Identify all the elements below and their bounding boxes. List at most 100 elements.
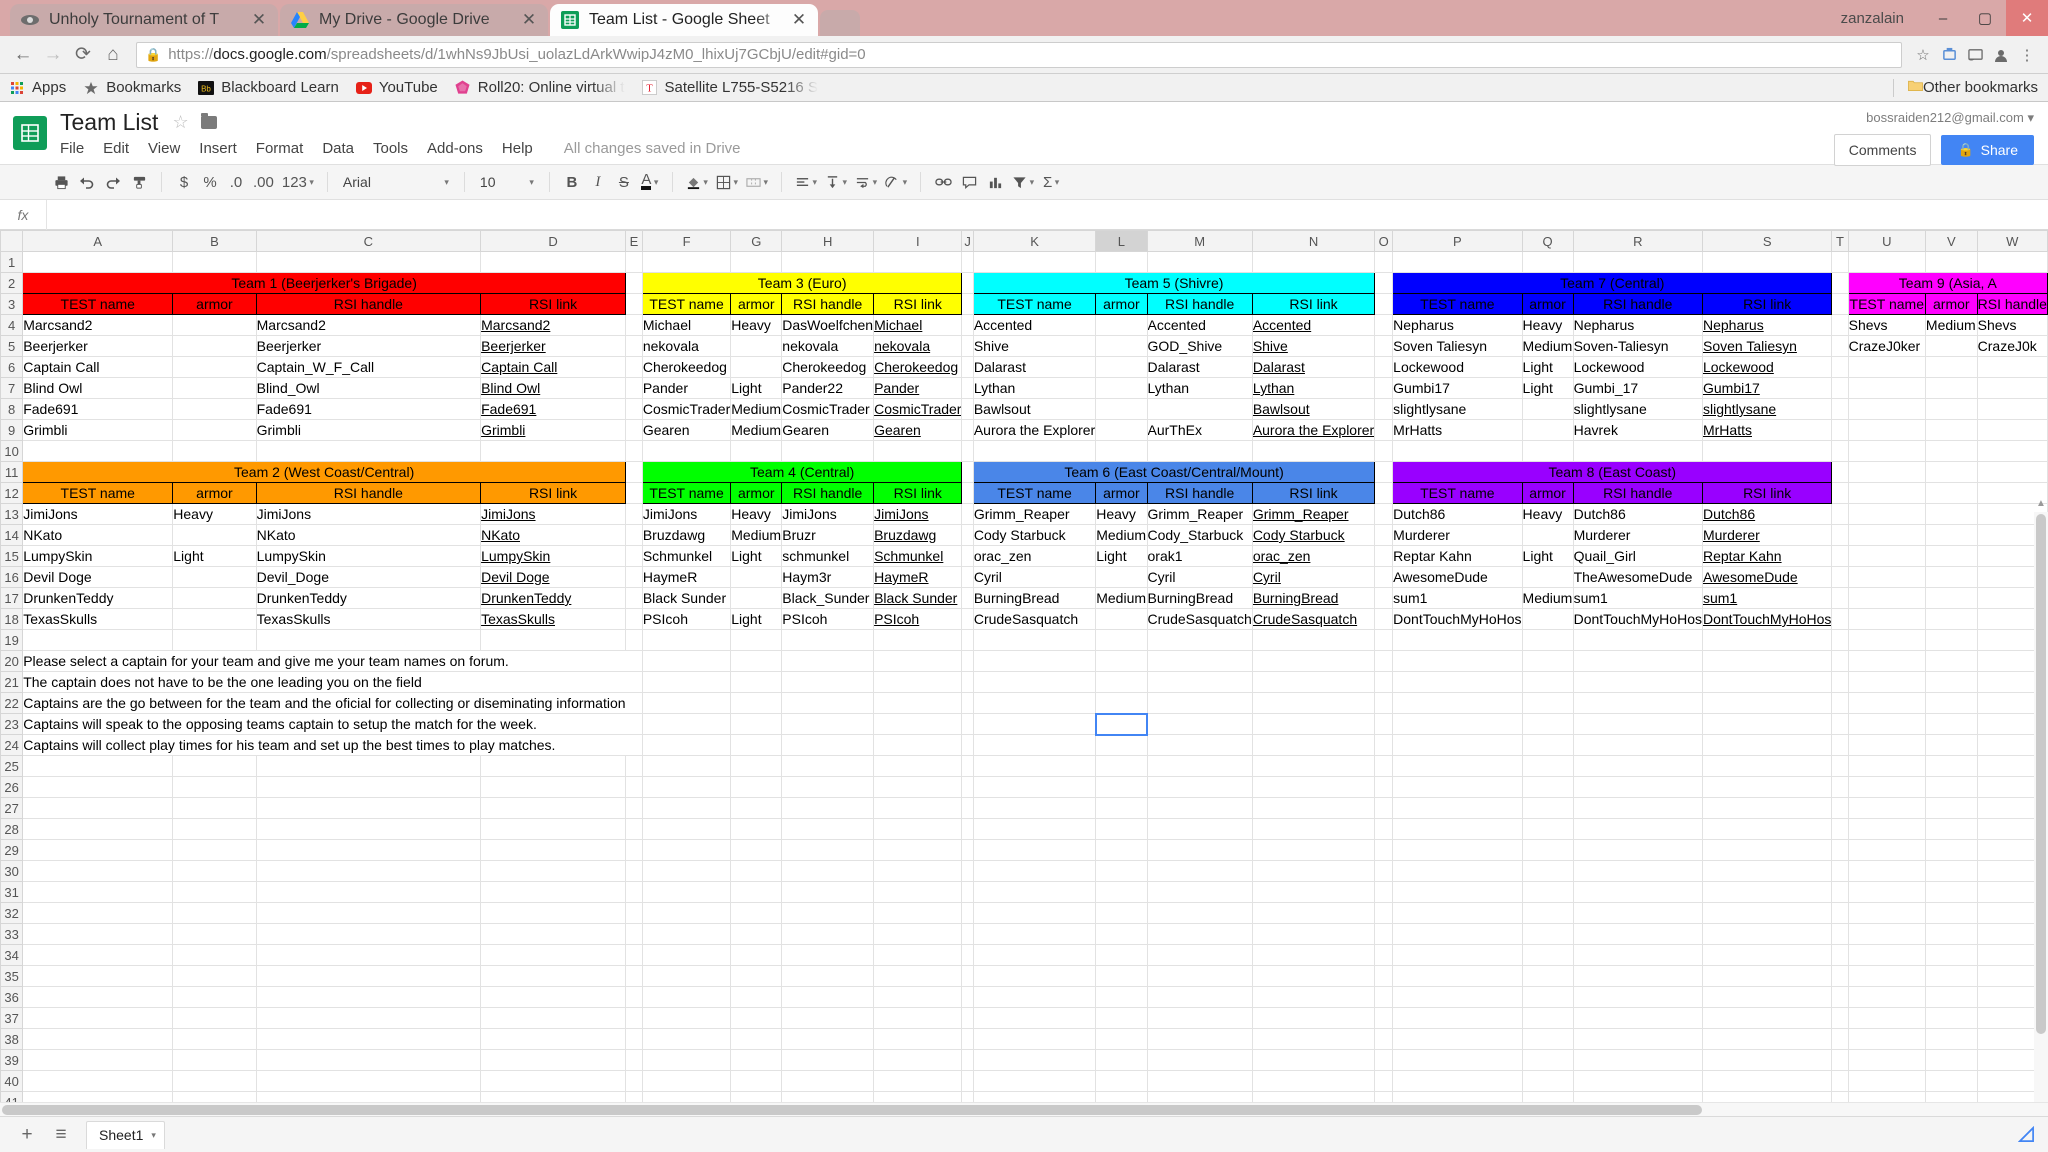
grid-cell[interactable] — [1095, 671, 1148, 693]
team3-member-link[interactable]: Cherokeedog — [873, 356, 963, 378]
grid-cell[interactable] — [781, 713, 875, 735]
grid-cell[interactable] — [625, 587, 643, 609]
grid-cell[interactable] — [625, 860, 643, 882]
team3-member-link[interactable]: Pander — [873, 377, 963, 399]
grid-cell[interactable] — [1925, 608, 1978, 630]
grid-cell[interactable] — [781, 797, 875, 819]
grid-cell[interactable] — [1392, 671, 1523, 693]
column-header-D[interactable]: D — [480, 230, 627, 252]
grid-cell[interactable] — [961, 524, 974, 546]
grid-cell[interactable] — [1831, 860, 1849, 882]
grid-cell[interactable] — [625, 1028, 643, 1050]
grid-cell[interactable] — [1702, 755, 1833, 777]
grid-cell[interactable] — [1147, 713, 1253, 735]
grid-cell[interactable] — [1147, 1007, 1253, 1029]
row-header-1[interactable]: 1 — [0, 251, 24, 273]
team6-col-header[interactable]: RSI handle — [1146, 482, 1253, 504]
grid-cell[interactable] — [1925, 965, 1978, 987]
grid-cell[interactable] — [625, 377, 643, 399]
grid-cell[interactable] — [873, 986, 963, 1008]
row-header-21[interactable]: 21 — [0, 671, 24, 693]
team5-member-handle[interactable]: Lythan — [1147, 377, 1253, 399]
bookmark-bookmarks[interactable]: Bookmarks — [82, 79, 181, 96]
row-header-14[interactable]: 14 — [0, 524, 24, 546]
grid-cell[interactable] — [480, 251, 627, 273]
grid-cell[interactable] — [22, 776, 174, 798]
grid-cell[interactable] — [1252, 251, 1376, 273]
grid-cell[interactable] — [172, 776, 257, 798]
grid-cell[interactable] — [1573, 440, 1703, 462]
grid-cell[interactable] — [781, 1049, 875, 1071]
grid-cell[interactable] — [961, 629, 974, 651]
team4-col-header[interactable]: TEST name — [641, 482, 732, 504]
grid-cell[interactable] — [625, 293, 643, 315]
row-header-22[interactable]: 22 — [0, 692, 24, 714]
team5-member-armor[interactable] — [1095, 356, 1148, 378]
grid-cell[interactable] — [1252, 650, 1376, 672]
grid-cell[interactable] — [1147, 797, 1253, 819]
grid-cell[interactable] — [1147, 839, 1253, 861]
grid-cell[interactable] — [730, 713, 783, 735]
team4-member-link[interactable]: Bruzdawg — [873, 524, 963, 546]
team1-member-name[interactable]: Blind Owl — [22, 377, 174, 399]
grid-cell[interactable] — [973, 1070, 1097, 1092]
team3-member-name[interactable]: Michael — [642, 314, 732, 336]
team3-member-handle[interactable]: CosmicTrader — [781, 398, 875, 420]
grid-cell[interactable] — [1374, 608, 1394, 630]
team7-col-header[interactable]: RSI handle — [1572, 293, 1703, 315]
grid-cell[interactable] — [1573, 671, 1703, 693]
grid-cell[interactable] — [973, 692, 1097, 714]
grid-cell[interactable] — [642, 1028, 732, 1050]
grid-cell[interactable] — [1522, 692, 1574, 714]
team7-col-header[interactable]: armor — [1521, 293, 1574, 315]
grid-cell[interactable] — [480, 797, 627, 819]
menu-addons[interactable]: Add-ons — [427, 140, 483, 157]
row-header-11[interactable]: 11 — [0, 461, 24, 483]
grid-cell[interactable] — [873, 734, 963, 756]
row-header-26[interactable]: 26 — [0, 776, 24, 798]
grid-cell[interactable] — [642, 734, 732, 756]
team8-member-handle[interactable]: TheAwesomeDude — [1573, 566, 1703, 588]
grid-cell[interactable] — [961, 419, 974, 441]
chevron-down-icon[interactable]: ▾ — [307, 177, 314, 188]
grid-cell[interactable] — [1147, 818, 1253, 840]
grid-cell[interactable] — [1702, 797, 1833, 819]
bookmark-satellite[interactable]: T Satellite L755-S5216 S — [641, 79, 818, 96]
decrease-decimal-button[interactable]: .0 — [223, 169, 249, 195]
grid-cell[interactable] — [172, 1049, 257, 1071]
team4-member-armor[interactable]: Light — [730, 545, 783, 567]
grid-cell[interactable] — [1392, 986, 1523, 1008]
grid-cell[interactable] — [22, 251, 174, 273]
grid-cell[interactable] — [1374, 293, 1394, 315]
number-format-button[interactable]: 123 ▾ — [278, 169, 318, 195]
team8-member-handle[interactable]: Murderer — [1573, 524, 1703, 546]
team3-member-armor[interactable] — [730, 335, 783, 357]
grid-cell[interactable] — [1925, 818, 1978, 840]
grid-cell[interactable] — [1392, 440, 1523, 462]
grid-cell[interactable] — [1573, 1007, 1703, 1029]
browser-tab-3[interactable]: Team List - Google Sheet ✕ — [550, 4, 818, 36]
grid-cell[interactable] — [1147, 986, 1253, 1008]
team5-member-link[interactable]: Shive — [1252, 335, 1376, 357]
grid-cell[interactable] — [172, 902, 257, 924]
team8-col-header[interactable]: RSI handle — [1572, 482, 1703, 504]
team5-member-name[interactable]: Dalarast — [973, 356, 1097, 378]
grid-cell[interactable] — [1147, 923, 1253, 945]
grid-cell[interactable] — [1977, 440, 2048, 462]
grid-cell[interactable] — [625, 398, 643, 420]
grid-cell[interactable] — [1831, 251, 1849, 273]
grid-cell[interactable] — [480, 1007, 627, 1029]
team8-member-name[interactable]: Dutch86 — [1392, 503, 1523, 525]
team1-member-handle[interactable]: Grimbli — [256, 419, 482, 441]
grid-cell[interactable] — [1147, 671, 1253, 693]
grid-cell[interactable] — [961, 608, 974, 630]
grid-cell[interactable] — [781, 923, 875, 945]
font-family-select[interactable]: Arial ▾ — [337, 174, 455, 190]
grid-cell[interactable] — [1522, 1049, 1574, 1071]
grid-cell[interactable] — [730, 923, 783, 945]
row-header-27[interactable]: 27 — [0, 797, 24, 819]
grid-cell[interactable] — [1374, 797, 1394, 819]
team6-member-handle[interactable]: CrudeSasquatch — [1147, 608, 1253, 630]
grid-cell[interactable] — [1831, 734, 1849, 756]
grid-cell[interactable] — [642, 839, 732, 861]
